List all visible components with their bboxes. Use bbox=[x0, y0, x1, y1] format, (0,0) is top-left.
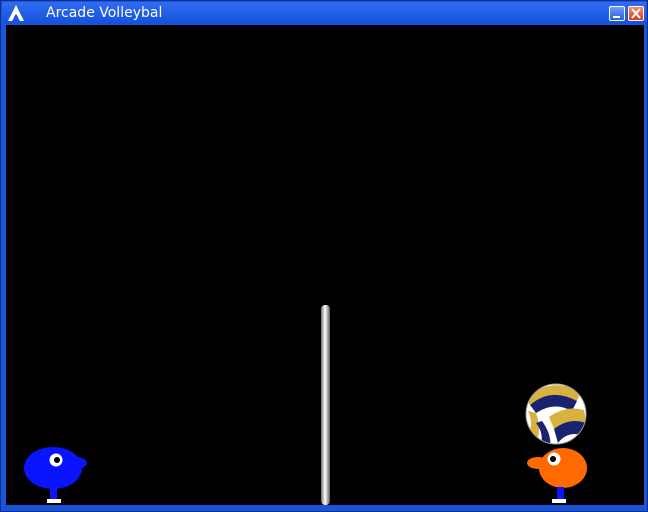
title-bar[interactable]: Arcade Volleybal bbox=[2, 2, 646, 24]
minimize-button[interactable] bbox=[609, 6, 625, 21]
court-canvas bbox=[24, 305, 587, 505]
game-court[interactable] bbox=[6, 25, 644, 505]
minimize-icon bbox=[613, 16, 620, 18]
close-button[interactable] bbox=[628, 6, 644, 21]
orange-player bbox=[527, 448, 587, 503]
window-title: Arcade Volleybal bbox=[46, 5, 163, 21]
net-pole bbox=[321, 305, 330, 505]
game-window: Arcade Volleybal bbox=[0, 0, 648, 512]
arcade-logo-icon bbox=[8, 5, 24, 21]
volleyball bbox=[525, 383, 587, 445]
blue-player bbox=[24, 447, 87, 503]
close-icon bbox=[631, 8, 641, 19]
